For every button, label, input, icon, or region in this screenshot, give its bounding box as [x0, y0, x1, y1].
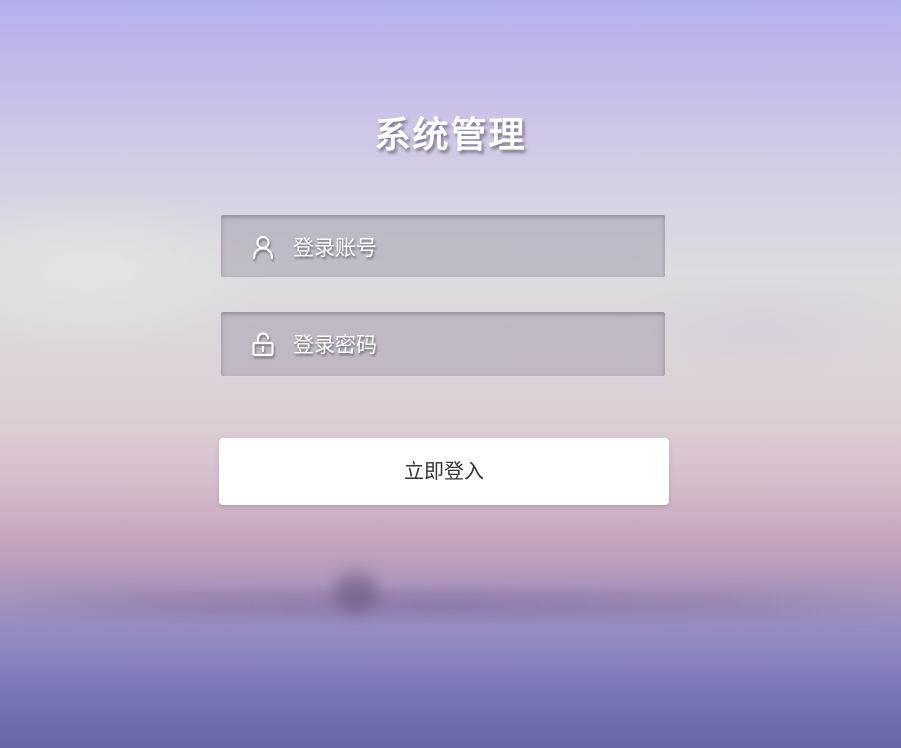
- background-haze-bottom: [0, 640, 901, 748]
- login-button[interactable]: 立即登入: [219, 438, 669, 505]
- page-title: 系统管理: [374, 115, 527, 156]
- username-field[interactable]: 登录账号: [220, 214, 666, 278]
- user-icon: [249, 233, 277, 261]
- lock-icon: [249, 330, 277, 358]
- password-field[interactable]: 登录密码: [220, 311, 666, 377]
- username-placeholder: 登录账号: [293, 236, 377, 260]
- password-placeholder: 登录密码: [293, 333, 377, 357]
- background-haze: [0, 590, 901, 618]
- background-blur-shape: [334, 572, 378, 612]
